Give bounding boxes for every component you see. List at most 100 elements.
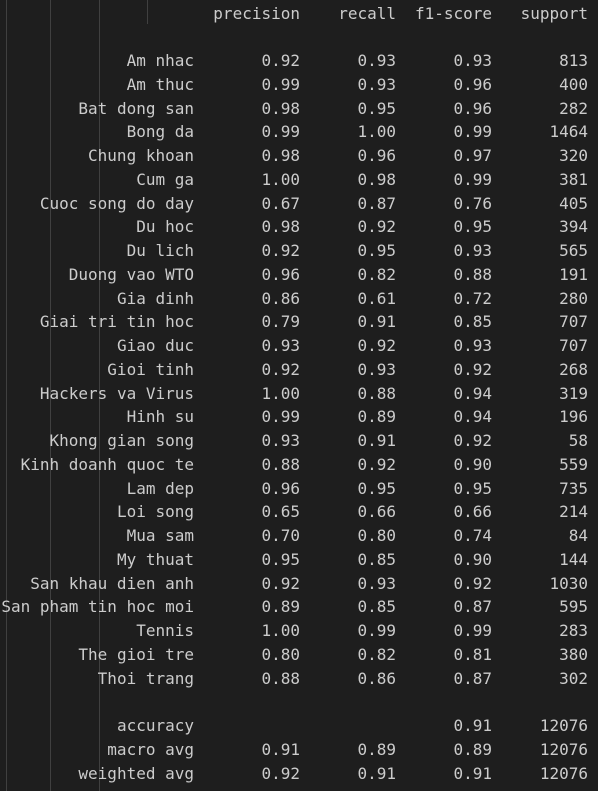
row-label: Lam dep — [126, 478, 194, 498]
row-label: Am thuc — [126, 74, 194, 94]
precision-value: 0.88 — [261, 454, 300, 474]
header-recall: recall — [338, 4, 396, 23]
f1-score-value: 0.96 — [453, 74, 492, 94]
support-value: 405 — [559, 193, 588, 213]
recall-value: 0.95 — [357, 478, 396, 498]
precision-value: 0.92 — [261, 763, 300, 783]
precision-value: 0.95 — [261, 549, 300, 569]
class-row: Chung khoan 0.98 0.96 0.97 320 — [0, 144, 598, 168]
f1-score-value: 0.76 — [453, 193, 492, 213]
support-value: 320 — [559, 146, 588, 165]
header-f1-score: f1-score — [414, 4, 492, 23]
f1-score-value: 0.93 — [453, 241, 492, 260]
row-label: macro avg — [107, 739, 194, 759]
recall-value: 0.93 — [357, 74, 396, 94]
class-row: Tennis 1.00 0.99 0.99 283 — [0, 619, 598, 643]
support-value: 559 — [559, 454, 588, 474]
recall-value: 0.89 — [357, 407, 396, 427]
support-value: 813 — [559, 51, 588, 70]
row-label: Khong gian song — [49, 431, 195, 450]
row-label: Giao duc — [116, 336, 194, 355]
support-value: 12076 — [539, 763, 588, 783]
precision-value: 0.88 — [261, 668, 300, 688]
row-label: Bat dong san — [78, 98, 194, 118]
row-label: Tennis — [136, 621, 194, 640]
f1-score-value: 0.85 — [453, 312, 492, 332]
row-label: Hackers va Virus — [39, 383, 194, 403]
f1-score-value: 0.88 — [453, 264, 492, 284]
precision-value: 0.96 — [261, 264, 300, 284]
row-label: Thoi trang — [97, 668, 194, 688]
support-value: 214 — [559, 502, 588, 522]
support-value: 58 — [568, 431, 588, 450]
support-value: 1464 — [549, 122, 588, 142]
row-label: Duong vao WTO — [68, 264, 194, 284]
f1-score-value: 0.72 — [453, 288, 492, 308]
class-row: Duong vao WTO 0.96 0.82 0.88 191 — [0, 263, 598, 287]
f1-score-value: 0.92 — [453, 359, 492, 379]
precision-value: 1.00 — [261, 169, 300, 189]
support-value: 191 — [559, 264, 588, 284]
support-value: 12076 — [539, 739, 588, 759]
precision-value: 0.93 — [261, 431, 300, 450]
precision-value: 0.91 — [261, 739, 300, 759]
terminal-output: precision recall f1-score support Am nha… — [0, 0, 598, 791]
support-value: 12076 — [539, 716, 588, 735]
f1-score-value: 0.66 — [453, 502, 492, 522]
precision-value: 0.92 — [261, 51, 300, 70]
class-row: Giai tri tin hoc 0.79 0.91 0.85 707 — [0, 310, 598, 334]
precision-value: 0.89 — [261, 597, 300, 617]
summary-row: weighted avg 0.92 0.91 0.91 12076 — [0, 762, 598, 786]
f1-score-value: 0.93 — [453, 336, 492, 355]
class-row: Thoi trang 0.88 0.86 0.87 302 — [0, 667, 598, 691]
summary-row: macro avg 0.91 0.89 0.89 12076 — [0, 738, 598, 762]
row-label: accuracy — [116, 716, 194, 735]
precision-value: 1.00 — [261, 383, 300, 403]
support-value: 144 — [559, 549, 588, 569]
row-label: Mua sam — [126, 526, 194, 545]
class-row: My thuat 0.95 0.85 0.90 144 — [0, 548, 598, 572]
recall-value: 0.89 — [357, 739, 396, 759]
class-row: Giao duc 0.93 0.92 0.93 707 — [0, 334, 598, 358]
recall-value: 0.93 — [357, 51, 396, 70]
recall-value: 0.85 — [357, 597, 396, 617]
row-label: Du hoc — [136, 217, 194, 237]
row-label: Kinh doanh quoc te — [20, 454, 194, 474]
recall-value: 0.87 — [357, 193, 396, 213]
class-row: Cum ga 1.00 0.98 0.99 381 — [0, 168, 598, 192]
f1-score-value: 0.97 — [453, 146, 492, 165]
support-value: 302 — [559, 668, 588, 688]
precision-value: 0.67 — [261, 193, 300, 213]
class-row: Am thuc 0.99 0.93 0.96 400 — [0, 73, 598, 97]
class-row: Du lich 0.92 0.95 0.93 565 — [0, 239, 598, 263]
row-label: San pham tin hoc moi — [1, 597, 194, 617]
row-label: The gioi tre — [78, 644, 194, 664]
recall-value: 0.88 — [357, 383, 396, 403]
support-value: 268 — [559, 359, 588, 379]
support-value: 735 — [559, 478, 588, 498]
support-value: 1030 — [549, 573, 588, 593]
precision-value: 0.98 — [261, 217, 300, 237]
recall-value: 0.99 — [357, 621, 396, 640]
support-value: 400 — [559, 74, 588, 94]
precision-value: 1.00 — [261, 621, 300, 640]
precision-value: 0.92 — [261, 573, 300, 593]
precision-value: 0.98 — [261, 98, 300, 118]
row-label: Gia dinh — [116, 288, 194, 308]
header-precision: precision — [213, 4, 300, 23]
class-row: Gioi tinh 0.92 0.93 0.92 268 — [0, 358, 598, 382]
class-row: San pham tin hoc moi 0.89 0.85 0.87 595 — [0, 595, 598, 619]
f1-score-value: 0.87 — [453, 668, 492, 688]
recall-value: 0.86 — [357, 668, 396, 688]
recall-value: 0.93 — [357, 359, 396, 379]
precision-value: 0.96 — [261, 478, 300, 498]
precision-value: 0.79 — [261, 312, 300, 332]
recall-value: 0.98 — [357, 169, 396, 189]
row-label: Chung khoan — [88, 146, 194, 165]
class-row: Loi song 0.65 0.66 0.66 214 — [0, 500, 598, 524]
class-row: Cuoc song do day 0.67 0.87 0.76 405 — [0, 192, 598, 216]
precision-value: 0.93 — [261, 336, 300, 355]
support-value: 319 — [559, 383, 588, 403]
recall-value: 0.92 — [357, 336, 396, 355]
header-support: support — [520, 4, 588, 23]
